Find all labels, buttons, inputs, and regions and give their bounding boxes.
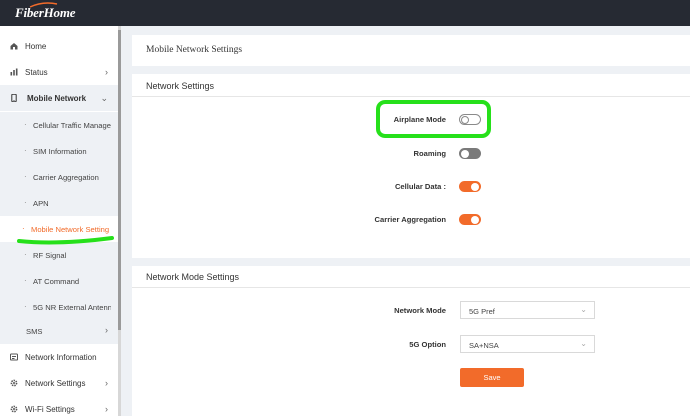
sidebar-item-sms[interactable]: SMS › [0,318,118,344]
sidebar-item-label: Home [25,42,47,51]
chevron-down-icon: ⌄ [580,305,587,314]
network-mode-value: 5G Pref [469,307,495,316]
phone-icon [11,94,17,102]
sidebar-item-network-settings[interactable]: Network Settings › [0,370,118,396]
sidebar-item-network-information[interactable]: Network Information [0,344,118,370]
sidebar-item-label: SMS [26,327,43,336]
chevron-right-icon: › [105,404,108,414]
submenu-item-at-command[interactable]: · AT Command [0,268,118,294]
section-title: Network Settings [146,81,215,91]
toggle-knob [471,182,479,191]
submenu-item-label: SIM Information [33,147,87,156]
bullet-icon: · [24,172,27,181]
5g-option-select[interactable]: SA+NSA ⌄ [460,335,595,353]
sidebar-item-label: Network Information [25,353,97,362]
submenu-item-cellular-traffic[interactable]: · Cellular Traffic Management [0,112,118,138]
airplane-mode-highlight-box [376,100,491,138]
submenu-item-label: Carrier Aggregation [33,173,99,182]
sidebar-item-label: Network Settings [25,379,86,388]
home-icon [10,43,18,50]
sidebar-item-label: Mobile Network [27,94,87,103]
sidebar-scrollbar-thumb[interactable] [118,30,121,330]
chevron-right-icon: › [105,378,108,388]
mobile-network-settings-underline [17,236,114,245]
network-mode-select[interactable]: 5G Pref ⌄ [460,301,595,319]
logo-swoosh-icon [29,2,58,8]
submenu-item-label: APN [33,199,49,208]
carrier-aggregation-toggle[interactable] [459,214,481,225]
page-title-card: Mobile Network Settings [132,35,690,66]
bullet-icon: · [24,146,27,155]
gear-icon [10,379,18,387]
bullet-icon: · [24,198,27,207]
bullet-icon: · [24,250,27,259]
submenu-item-apn[interactable]: · APN [0,190,118,216]
5g-option-value: SA+NSA [469,341,499,350]
chevron-down-icon: ⌄ [580,339,587,348]
submenu-item-label: AT Command [33,277,80,286]
5g-option-label: 5G Option [409,340,446,349]
network-mode-label: Network Mode [394,306,446,315]
status-chart-icon [10,68,18,76]
sidebar-item-label: Status [25,68,48,77]
network-info-icon [10,353,18,361]
carrier-aggregation-label: Carrier Aggregation [374,215,446,224]
sidebar-item-home[interactable]: Home [0,33,118,59]
chevron-down-icon: ⌄ [100,93,108,103]
cellular-data-label: Cellular Data : [394,182,446,191]
sidebar-item-mobile-network[interactable]: Mobile Network ⌄ [0,85,118,111]
submenu-item-label: Cellular Traffic Management [33,121,111,130]
roaming-toggle[interactable] [459,148,481,159]
bullet-icon: · [24,276,27,285]
section-divider [132,287,690,288]
wifi-gear-icon [10,405,18,413]
section-divider [132,96,690,97]
toggle-knob [471,215,479,224]
page-title: Mobile Network Settings [146,45,243,55]
cellular-data-toggle[interactable] [459,181,481,192]
sidebar-item-wifi-settings[interactable]: Wi-Fi Settings › [0,396,118,416]
submenu-item-label: 5G NR External Antenna [33,303,111,312]
submenu-item-5g-nr-external-antenna[interactable]: · 5G NR External Antenna [0,294,118,320]
roaming-label: Roaming [413,149,447,158]
chevron-right-icon: › [105,67,108,77]
sidebar-item-label: Wi-Fi Settings [25,405,75,414]
submenu-item-label: RF Signal [33,251,67,260]
bullet-icon: · [24,302,27,311]
sidebar-item-status[interactable]: Status › [0,59,118,85]
save-button[interactable]: Save [460,368,524,387]
chevron-right-icon: › [105,325,108,335]
submenu-item-sim-information[interactable]: · SIM Information [0,138,118,164]
bullet-icon: · [24,120,27,129]
submenu-item-carrier-aggregation[interactable]: · Carrier Aggregation [0,164,118,190]
top-bar: FiberHome [0,0,690,26]
section-title: Network Mode Settings [146,272,240,282]
toggle-knob [461,149,469,158]
